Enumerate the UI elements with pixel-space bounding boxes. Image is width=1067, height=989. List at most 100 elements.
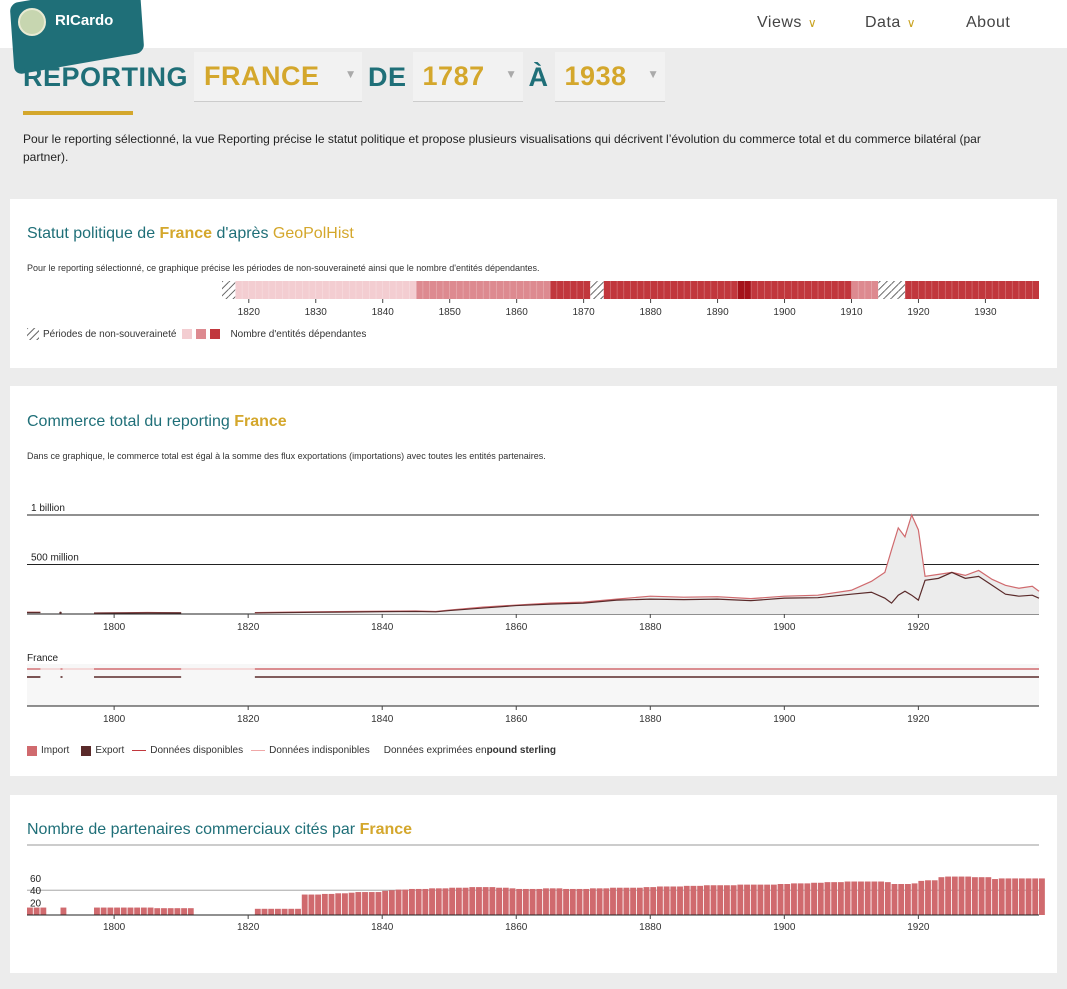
partners-bar[interactable] <box>971 877 978 915</box>
partners-bar[interactable] <box>368 892 375 915</box>
partners-bar[interactable] <box>677 886 683 915</box>
partners-bar[interactable] <box>851 881 858 915</box>
partners-bar[interactable] <box>656 886 663 915</box>
partners-bar[interactable] <box>951 876 958 915</box>
partners-bar[interactable] <box>295 908 301 915</box>
partners-bar[interactable] <box>643 887 650 915</box>
partners-bar[interactable] <box>40 907 47 915</box>
partners-bar[interactable] <box>703 885 710 915</box>
partners-bar[interactable] <box>288 908 295 915</box>
logo-text[interactable]: RICardo <box>55 12 113 29</box>
partners-bar[interactable] <box>27 907 33 915</box>
partners-bar[interactable] <box>489 887 496 915</box>
partners-bar[interactable] <box>261 908 268 915</box>
partners-bar[interactable] <box>388 890 395 915</box>
partners-bar[interactable] <box>911 883 918 915</box>
partners-bar[interactable] <box>717 885 724 915</box>
partners-bar[interactable] <box>750 884 757 915</box>
partners-bar[interactable] <box>402 889 409 915</box>
nav-views[interactable]: Views ∨ <box>757 14 817 32</box>
nav-about-label[interactable]: About <box>966 14 1010 31</box>
partners-bar[interactable] <box>777 884 784 915</box>
partners-bar[interactable] <box>455 887 462 915</box>
to-year-value[interactable]: 1938 <box>565 61 627 92</box>
partners-bar[interactable] <box>884 882 891 915</box>
reporting-select-value[interactable]: FRANCE <box>204 61 320 92</box>
partners-bar[interactable] <box>341 893 348 915</box>
nav-data-label[interactable]: Data <box>865 14 901 31</box>
partners-bar[interactable] <box>596 888 603 915</box>
partners-bar[interactable] <box>683 885 690 915</box>
partners-bar[interactable] <box>931 880 938 915</box>
partners-bar[interactable] <box>529 888 536 915</box>
partners-bar[interactable] <box>174 908 181 915</box>
export-point-1792[interactable] <box>59 611 62 615</box>
partners-bar[interactable] <box>817 882 824 915</box>
partners-bar[interactable] <box>576 888 583 915</box>
partners-bar[interactable] <box>690 885 697 915</box>
partners-bar[interactable] <box>301 894 308 915</box>
partners-bar[interactable] <box>918 880 925 915</box>
partners-bar[interactable] <box>616 887 623 915</box>
partners-bar[interactable] <box>556 888 563 915</box>
partners-bar[interactable] <box>864 881 871 915</box>
partners-bar[interactable] <box>274 908 281 915</box>
partners-bar[interactable] <box>449 887 456 915</box>
partners-bar[interactable] <box>610 887 616 915</box>
partners-bar[interactable] <box>925 880 931 915</box>
partners-bar[interactable] <box>114 907 120 915</box>
partners-bar[interactable] <box>409 888 415 915</box>
partners-bar[interactable] <box>1039 878 1045 915</box>
partners-bar[interactable] <box>375 892 382 915</box>
partners-bar[interactable] <box>496 887 502 915</box>
dependants-segment[interactable] <box>235 281 377 299</box>
partners-bar[interactable] <box>355 892 362 915</box>
partners-bar[interactable] <box>958 876 965 915</box>
partners-bar[interactable] <box>147 907 154 915</box>
partners-bar[interactable] <box>348 892 355 915</box>
partners-bar[interactable] <box>335 893 342 915</box>
dependants-segment[interactable] <box>416 281 490 299</box>
partners-bar[interactable] <box>623 887 630 915</box>
partners-bar[interactable] <box>502 887 509 915</box>
partners-bar[interactable] <box>710 885 717 915</box>
partners-bar[interactable] <box>181 908 188 915</box>
partners-bar[interactable] <box>469 887 476 915</box>
partners-bar[interactable] <box>824 882 831 915</box>
partners-bar[interactable] <box>831 882 838 915</box>
partners-bar[interactable] <box>120 907 127 915</box>
partners-bar[interactable] <box>737 884 744 915</box>
partners-bar[interactable] <box>94 907 100 915</box>
partners-bar[interactable] <box>945 876 952 915</box>
from-year-value[interactable]: 1787 <box>423 61 485 92</box>
partners-bar[interactable] <box>670 886 677 915</box>
to-year-select[interactable]: 1938 ▼ <box>554 52 665 102</box>
partners-bar[interactable] <box>770 884 777 915</box>
globe-icon[interactable] <box>18 8 46 36</box>
partners-bar[interactable] <box>1012 878 1019 915</box>
partners-bar[interactable] <box>536 888 543 915</box>
partners-bar[interactable] <box>415 888 422 915</box>
partners-bar[interactable] <box>422 888 429 915</box>
partners-bar[interactable] <box>992 879 998 915</box>
partners-bar[interactable] <box>1025 878 1032 915</box>
partners-bar[interactable] <box>589 888 596 915</box>
from-year-select[interactable]: 1787 ▼ <box>412 52 523 102</box>
partners-bar[interactable] <box>891 884 898 915</box>
partners-bar[interactable] <box>549 888 556 915</box>
partners-bar[interactable] <box>998 878 1005 915</box>
partners-bar[interactable] <box>1018 878 1025 915</box>
partners-bar[interactable] <box>328 893 335 915</box>
dependants-segment[interactable] <box>690 281 738 299</box>
partners-bar[interactable] <box>784 884 791 915</box>
partners-bar[interactable] <box>791 883 797 915</box>
partners-bar[interactable] <box>663 886 670 915</box>
partners-bar[interactable] <box>569 888 576 915</box>
partners-bar[interactable] <box>978 877 985 915</box>
partners-bar[interactable] <box>516 888 523 915</box>
partners-bar[interactable] <box>154 908 161 915</box>
partners-bar[interactable] <box>462 887 469 915</box>
partners-bar[interactable] <box>522 888 529 915</box>
partners-bar[interactable] <box>476 887 482 915</box>
nav-data[interactable]: Data ∨ <box>865 14 916 32</box>
